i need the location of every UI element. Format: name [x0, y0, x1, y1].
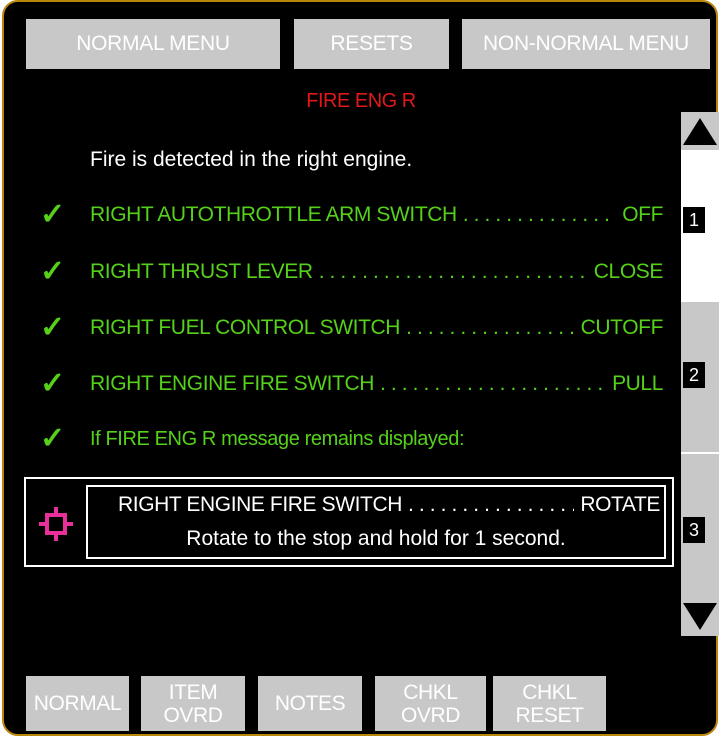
crosshair-target-icon [39, 507, 73, 541]
item-label: RIGHT ENGINE FIRE SWITCH [90, 372, 375, 395]
item-label: RIGHT AUTOTHROTTLE ARM SWITCH [90, 203, 457, 226]
check-icon: ✓ [40, 198, 66, 231]
current-step-action: ROTATE [580, 493, 660, 516]
notes-button[interactable]: NOTES [258, 676, 362, 731]
button-label-line: OVRD [400, 703, 461, 727]
checklist-screen: NORMAL MENU RESETS NON-NORMAL MENU FIRE … [0, 0, 722, 738]
check-icon: ✓ [40, 422, 66, 455]
check-icon: ✓ [40, 367, 66, 400]
button-label-line: CHKL [403, 680, 458, 704]
item-leader-dots [406, 316, 575, 340]
item-leader-dots [463, 203, 616, 227]
current-step-instruction: Rotate to the stop and hold for 1 second… [186, 527, 566, 550]
tab-non-normal-menu[interactable]: NON-NORMAL MENU [462, 19, 710, 69]
item-label: RIGHT FUEL CONTROL SWITCH [90, 316, 401, 339]
item-label: RIGHT THRUST LEVER [90, 260, 313, 283]
current-step-label: RIGHT ENGINE FIRE SWITCH [118, 493, 403, 516]
button-label-line: OVRD [163, 703, 223, 727]
item-leader-dots [319, 260, 588, 284]
button-label-line: CHKL [522, 680, 577, 704]
item-action: PULL [612, 372, 663, 395]
checklist-item[interactable]: ✓ RIGHT ENGINE FIRE SWITCH PULL [40, 367, 663, 400]
button-label-line: RESET [515, 703, 584, 727]
checklist-title: FIRE ENG R [306, 90, 416, 112]
condition-text: If FIRE ENG R message remains displayed: [90, 427, 465, 450]
item-ovrd-button[interactable]: ITEM OVRD [141, 676, 245, 731]
checklist-intro: Fire is detected in the right engine. [90, 148, 413, 171]
page-number-2[interactable]: 2 [683, 362, 705, 388]
item-action: CLOSE [593, 260, 663, 283]
check-icon: ✓ [40, 255, 66, 288]
scrollbar-divider [681, 300, 719, 302]
checklist-condition[interactable]: ✓ If FIRE ENG R message remains displaye… [40, 422, 465, 455]
check-icon: ✓ [40, 311, 66, 344]
chkl-ovrd-button[interactable]: CHKL OVRD [375, 676, 486, 731]
current-step-item[interactable]: RIGHT ENGINE FIRE SWITCH ROTATE Rotate t… [86, 485, 666, 559]
page-number-3[interactable]: 3 [683, 517, 705, 543]
button-label-line: ITEM [168, 680, 218, 704]
page-number-1[interactable]: 1 [683, 207, 705, 233]
normal-button[interactable]: NORMAL [26, 676, 129, 731]
item-action: CUTOFF [580, 316, 663, 339]
checklist-item[interactable]: ✓ RIGHT THRUST LEVER CLOSE [40, 255, 663, 288]
chkl-reset-button[interactable]: CHKL RESET [493, 676, 606, 731]
item-leader-dots [380, 372, 606, 396]
item-leader-dots [408, 493, 574, 517]
scrollbar-divider [681, 452, 719, 454]
arrow-down-icon[interactable] [681, 598, 719, 636]
arrow-up-icon[interactable] [681, 112, 719, 150]
tab-resets[interactable]: RESETS [294, 19, 449, 69]
checklist-item[interactable]: ✓ RIGHT AUTOTHROTTLE ARM SWITCH OFF [40, 198, 663, 231]
checklist-item[interactable]: ✓ RIGHT FUEL CONTROL SWITCH CUTOFF [40, 311, 663, 344]
item-action: OFF [622, 203, 663, 226]
tab-normal-menu[interactable]: NORMAL MENU [26, 19, 280, 69]
